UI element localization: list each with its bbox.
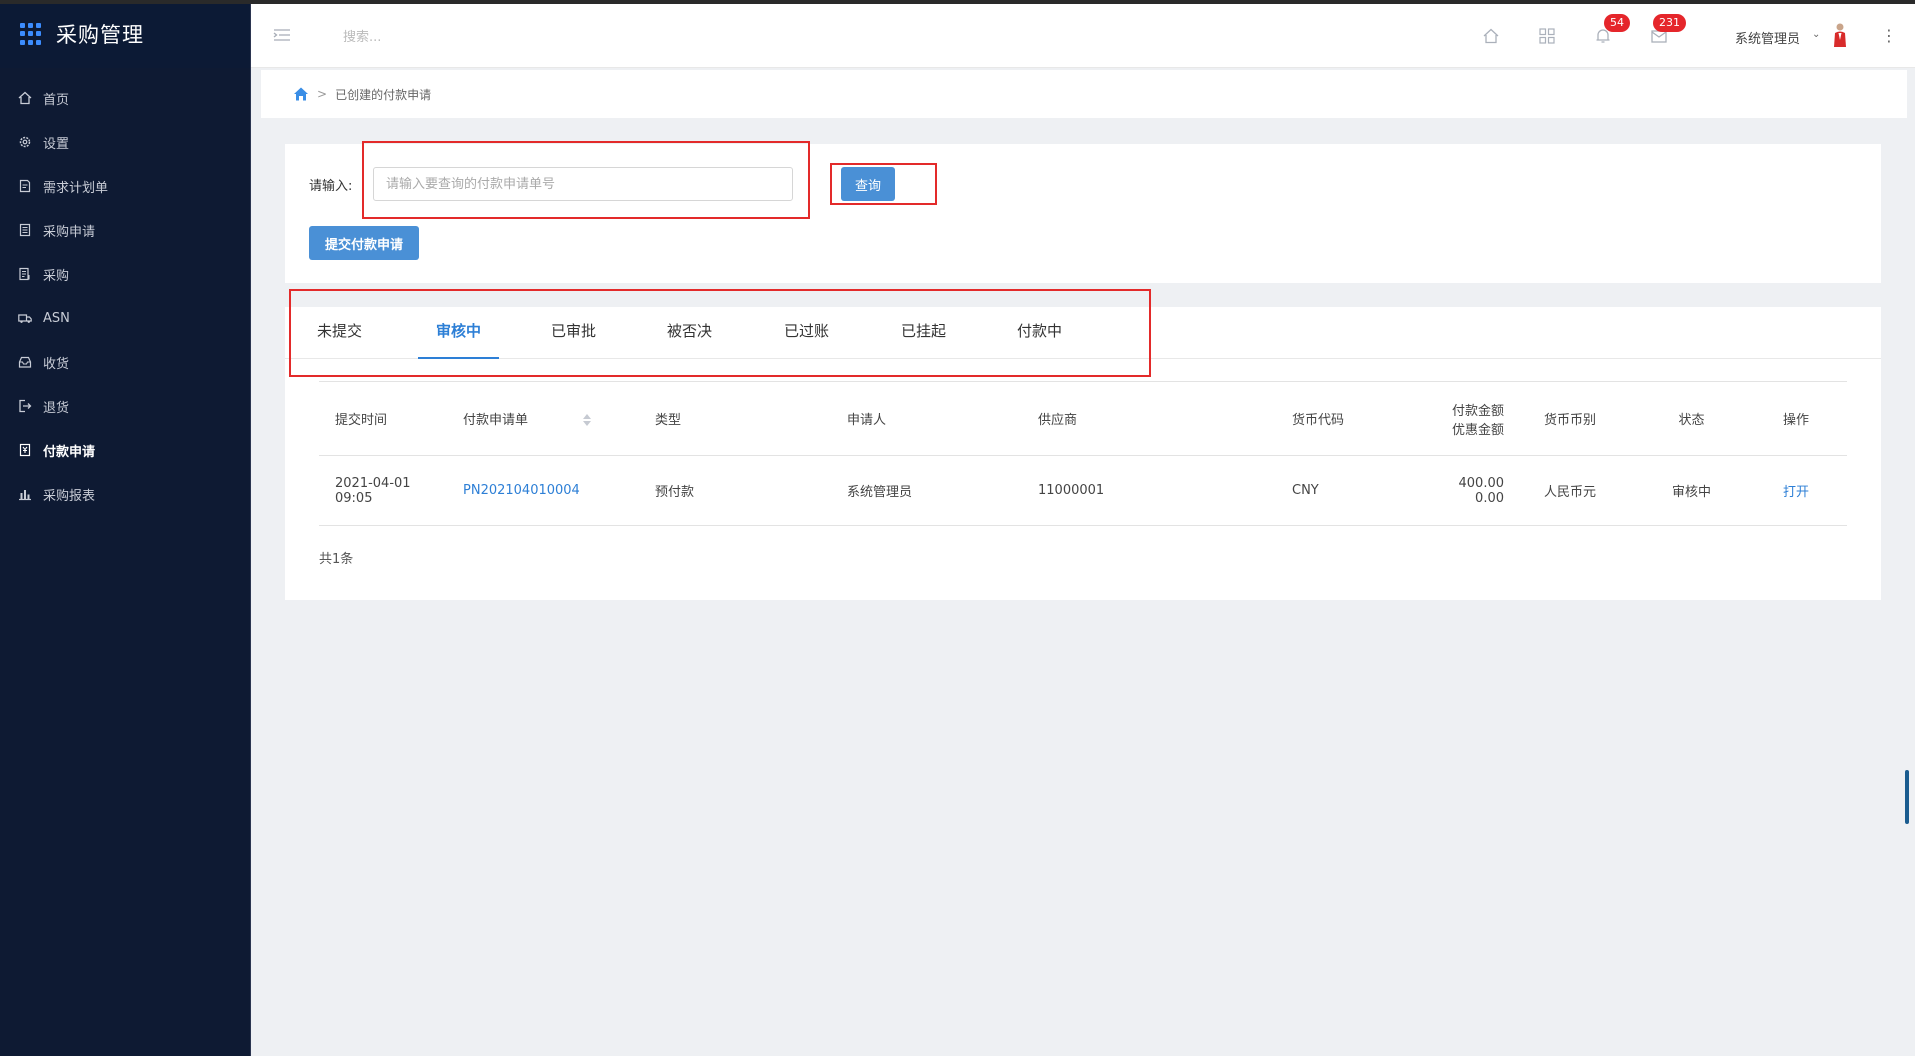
chevron-down-icon[interactable]: ⌄ — [1812, 29, 1820, 40]
cell-currency-code: CNY — [1292, 483, 1319, 498]
sidebar-item-label: 付款申请 — [43, 444, 96, 460]
total-count: 共1条 — [319, 552, 354, 567]
notification-badge: 54 — [1604, 14, 1630, 32]
sidebar-item-demand-plan[interactable]: 需求计划单 — [0, 164, 250, 208]
open-link[interactable]: 打开 — [1783, 485, 1809, 500]
column-header-type[interactable]: 类型 — [639, 382, 831, 456]
column-header-amount-label: 付款金额 — [1451, 403, 1504, 419]
sidebar-item-payment-request[interactable]: 付款申请 — [0, 428, 250, 472]
column-header-discount-label: 优惠金额 — [1451, 422, 1504, 438]
sidebar-item-label: ASN — [43, 310, 70, 326]
column-header-supplier[interactable]: 供应商 — [1022, 382, 1276, 456]
column-header-currency-code[interactable]: 货币代码 — [1276, 382, 1404, 456]
inbox-icon — [18, 355, 32, 369]
avatar[interactable] — [1831, 22, 1849, 48]
tab-rejected[interactable]: 被否决 — [667, 307, 712, 359]
sidebar-item-purchase-report[interactable]: 采购报表 — [0, 472, 250, 516]
bar-chart-icon — [18, 487, 32, 501]
user-name[interactable]: 系统管理员 — [1735, 28, 1800, 47]
tab-suspended[interactable]: 已挂起 — [901, 307, 946, 359]
tab-approved[interactable]: 已审批 — [551, 307, 596, 359]
app-title: 采购管理 — [56, 23, 144, 47]
breadcrumb-separator: > — [317, 87, 328, 101]
sidebar-item-label: 收货 — [43, 356, 70, 372]
sidebar-item-receiving[interactable]: 收货 — [0, 340, 250, 384]
column-header-currency[interactable]: 货币币别 — [1528, 382, 1638, 456]
discount-value: 0.00 — [1475, 490, 1504, 506]
global-search-input[interactable] — [343, 26, 543, 48]
document-icon — [18, 179, 32, 193]
list-icon — [18, 267, 32, 281]
sidebar-item-label: 设置 — [43, 136, 70, 152]
scrollbar-thumb[interactable] — [1905, 770, 1909, 824]
search-panel: 请输入: 查询 提交付款申请 — [285, 144, 1881, 283]
tab-not-submitted[interactable]: 未提交 — [317, 307, 362, 359]
sidebar-item-purchase-request[interactable]: 采购申请 — [0, 208, 250, 252]
payment-request-table: 提交时间 付款申请单 类型 申请人 供应商 货币代码 付款金额 优惠金额 货币币… — [319, 381, 1847, 526]
sidebar-item-asn[interactable]: ASN — [0, 296, 250, 340]
breadcrumb-current: 已创建的付款申请 — [335, 87, 432, 102]
gear-icon — [18, 135, 32, 149]
tab-under-review[interactable]: 审核中 — [418, 307, 499, 359]
sidebar-item-label: 采购申请 — [43, 224, 96, 240]
sort-icon[interactable] — [582, 412, 592, 428]
cell-status: 审核中 — [1671, 485, 1711, 500]
tab-paying[interactable]: 付款中 — [1017, 307, 1062, 359]
payment-number-link[interactable]: PN202104010004 — [463, 483, 580, 498]
query-button[interactable]: 查询 — [841, 167, 895, 201]
column-header-time[interactable]: 提交时间 — [319, 382, 447, 456]
cell-payment-number: PN202104010004 — [447, 456, 639, 526]
more-menu-icon[interactable]: ⋮ — [1881, 26, 1897, 45]
amount-value: 400.00 — [1458, 475, 1505, 491]
home-icon[interactable] — [1482, 27, 1500, 45]
column-header-applicant[interactable]: 申请人 — [831, 382, 1022, 456]
sidebar-item-label: 需求计划单 — [43, 180, 109, 196]
cell-type: 预付款 — [655, 485, 695, 500]
cell-applicant: 系统管理员 — [847, 485, 913, 500]
clipboard-icon — [18, 223, 32, 237]
sidebar-item-settings[interactable]: 设置 — [0, 120, 250, 164]
truck-icon — [18, 311, 32, 325]
apps-grid-icon — [20, 23, 42, 45]
return-icon — [18, 399, 32, 413]
sidebar-item-label: 退货 — [43, 400, 70, 416]
status-tabs: 未提交 审核中 已审批 被否决 已过账 已挂起 付款中 — [285, 307, 1881, 359]
brand[interactable]: 采购管理 — [0, 0, 250, 68]
cell-action: 打开 — [1745, 456, 1847, 526]
column-header-number[interactable]: 付款申请单 — [447, 382, 639, 456]
column-header-status[interactable]: 状态 — [1638, 382, 1745, 456]
payment-icon — [18, 443, 32, 457]
column-header-amount[interactable]: 付款金额 优惠金额 — [1404, 382, 1528, 456]
sidebar-item-label: 采购报表 — [43, 488, 96, 504]
grid-icon[interactable] — [1538, 27, 1556, 45]
tab-posted[interactable]: 已过账 — [784, 307, 829, 359]
column-header-action: 操作 — [1782, 413, 1809, 428]
sidebar-nav: 首页 设置 需求计划单 采购申请 采购 ASN 收货 退货 付款申请 采购报表 — [0, 76, 250, 516]
cell-submit-time: 2021-04-01 09:05 — [335, 475, 411, 506]
cell-supplier: 11000001 — [1038, 483, 1105, 498]
home-icon[interactable] — [293, 86, 309, 102]
window-top-border — [0, 0, 1915, 4]
home-icon — [18, 91, 32, 105]
cell-amount: 400.00 0.00 — [1404, 456, 1528, 526]
cell-currency: 人民币元 — [1544, 485, 1597, 500]
breadcrumb: > 已创建的付款申请 — [261, 70, 1907, 118]
sidebar-item-label: 首页 — [43, 92, 70, 108]
table-row[interactable]: 2021-04-01 09:05 PN202104010004 预付款 系统管理… — [319, 456, 1847, 526]
sidebar-item-returns[interactable]: 退货 — [0, 384, 250, 428]
message-badge: 231 — [1653, 14, 1686, 32]
table-header-row: 提交时间 付款申请单 类型 申请人 供应商 货币代码 付款金额 优惠金额 货币币… — [319, 381, 1847, 456]
sidebar-item-label: 采购 — [43, 268, 70, 284]
sidebar-item-purchase[interactable]: 采购 — [0, 252, 250, 296]
payment-request-panel: 未提交 审核中 已审批 被否决 已过账 已挂起 付款中 提交时间 付款申请单 类… — [285, 307, 1881, 600]
submit-payment-request-button[interactable]: 提交付款申请 — [309, 226, 419, 260]
top-header: 54 231 系统管理员 ⌄ ⋮ — [251, 4, 1915, 68]
menu-toggle-icon[interactable] — [273, 28, 291, 42]
search-label: 请输入: — [309, 179, 353, 194]
payment-number-search-input[interactable] — [373, 167, 793, 201]
sidebar: 采购管理 首页 设置 需求计划单 采购申请 采购 ASN 收货 退货 付款申请 … — [0, 0, 251, 1056]
sidebar-item-home[interactable]: 首页 — [0, 76, 250, 120]
